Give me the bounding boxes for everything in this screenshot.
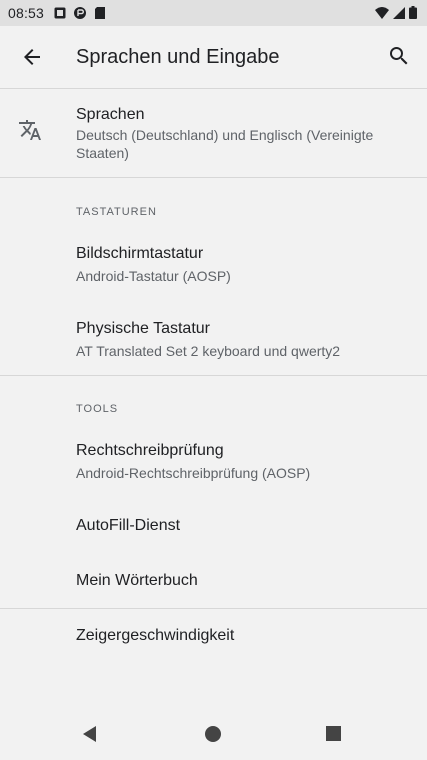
- sd-card-icon: [95, 7, 106, 19]
- section-header-tools: TOOLS: [76, 403, 119, 415]
- spellcheck-item[interactable]: Rechtschreibprüfung Android-Rechtschreib…: [0, 428, 427, 498]
- spellcheck-title: Rechtschreibprüfung: [76, 442, 224, 459]
- app-toolbar: Sprachen und Eingabe: [0, 26, 427, 89]
- search-icon[interactable]: [387, 44, 411, 68]
- app-icon: [74, 7, 87, 19]
- nav-recents-icon[interactable]: [326, 726, 341, 741]
- navigation-bar: [0, 708, 427, 760]
- autofill-item[interactable]: AutoFill-Dienst: [0, 502, 427, 554]
- notification-icon: [54, 7, 66, 19]
- languages-item[interactable]: Sprachen Deutsch (Deutschland) und Engli…: [0, 89, 427, 177]
- signal-icon: [393, 6, 405, 19]
- status-bar: 08:53: [0, 0, 427, 26]
- onscreen-keyboard-summary: Android-Tastatur (AOSP): [76, 268, 231, 284]
- wifi-icon: [375, 6, 389, 19]
- nav-back-icon[interactable]: [80, 724, 100, 744]
- spellcheck-summary: Android-Rechtschreibprüfung (AOSP): [76, 465, 311, 481]
- status-right: [375, 6, 417, 19]
- battery-icon: [409, 6, 417, 19]
- divider: [0, 177, 427, 178]
- section-header-keyboards: TASTATUREN: [76, 206, 157, 218]
- divider: [0, 375, 427, 376]
- physical-keyboard-summary: AT Translated Set 2 keyboard und qwerty2: [76, 343, 341, 359]
- pointer-speed-item[interactable]: Zeigergeschwindigkeit: [0, 609, 427, 665]
- languages-title: Sprachen: [76, 106, 145, 123]
- nav-home-icon[interactable]: [205, 726, 221, 742]
- dictionary-title: Mein Wörterbuch: [76, 572, 198, 589]
- page-title: Sprachen und Eingabe: [76, 46, 280, 68]
- onscreen-keyboard-title: Bildschirmtastatur: [76, 245, 204, 262]
- pointer-speed-title: Zeigergeschwindigkeit: [76, 627, 235, 644]
- onscreen-keyboard-item[interactable]: Bildschirmtastatur Android-Tastatur (AOS…: [0, 232, 427, 302]
- dictionary-item[interactable]: Mein Wörterbuch: [0, 556, 427, 608]
- physical-keyboard-item[interactable]: Physische Tastatur AT Translated Set 2 k…: [0, 308, 427, 374]
- status-time: 08:53: [8, 5, 45, 21]
- arrow-back-icon[interactable]: [20, 45, 44, 69]
- languages-summary: Deutsch (Deutschland) und Englisch (Vere…: [76, 127, 374, 161]
- physical-keyboard-title: Physische Tastatur: [76, 320, 210, 337]
- autofill-title: AutoFill-Dienst: [76, 517, 181, 534]
